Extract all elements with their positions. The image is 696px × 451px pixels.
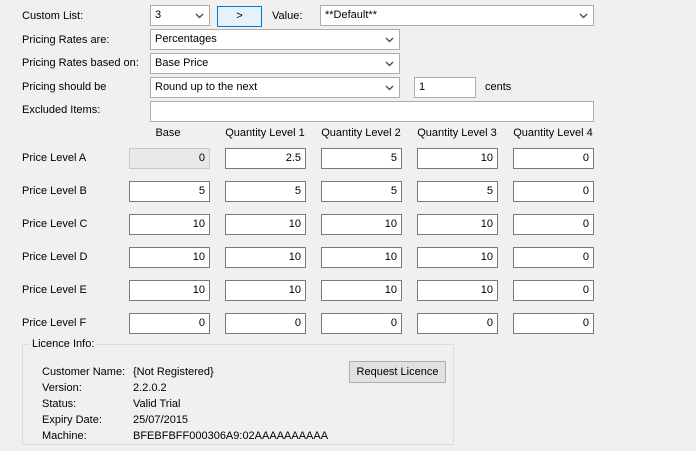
price-b-qty3-field[interactable]: 5 — [417, 181, 498, 202]
price-level-label: Price Level E — [22, 284, 87, 296]
price-c-qty4-field[interactable]: 0 — [513, 214, 594, 235]
version-label: Version: — [42, 382, 82, 394]
price-e-qty2-field[interactable]: 10 — [321, 280, 402, 301]
price-level-label: Price Level B — [22, 185, 87, 197]
chevron-down-icon — [382, 54, 396, 73]
column-header-base: Base — [155, 127, 181, 139]
go-button[interactable]: > — [217, 6, 262, 27]
price-d-qty3-field[interactable]: 10 — [417, 247, 498, 268]
chevron-down-icon — [192, 6, 206, 25]
chevron-down-icon — [576, 6, 590, 25]
price-a-qty2-field[interactable]: 5 — [321, 148, 402, 169]
customer-name-value: {Not Registered} — [133, 366, 214, 378]
price-f-qty2-field[interactable]: 0 — [321, 313, 402, 334]
price-b-qty2-field[interactable]: 5 — [321, 181, 402, 202]
pricing-based-value: Base Price — [155, 57, 209, 69]
request-licence-button[interactable]: Request Licence — [349, 361, 446, 383]
price-level-label: Price Level A — [22, 152, 87, 164]
price-e-qty3-field[interactable]: 10 — [417, 280, 498, 301]
price-c-qty3-field[interactable]: 10 — [417, 214, 498, 235]
excluded-items-input[interactable] — [150, 101, 594, 122]
price-a-qty3-field[interactable]: 10 — [417, 148, 498, 169]
column-header-qty-4: Quantity Level 4 — [513, 127, 593, 139]
price-d-base-field[interactable]: 10 — [129, 247, 210, 268]
machine-value: BFEBFBFF000306A9:02AAAAAAAAAA — [133, 430, 329, 442]
column-header-qty-1: Quantity Level 1 — [225, 127, 305, 139]
price-e-qty4-field[interactable]: 0 — [513, 280, 594, 301]
column-header-qty-3: Quantity Level 3 — [417, 127, 497, 139]
version-value: 2.2.0.2 — [133, 382, 167, 394]
price-e-qty1-field[interactable]: 10 — [225, 280, 306, 301]
price-level-label: Price Level D — [22, 251, 88, 263]
column-header-qty-2: Quantity Level 2 — [321, 127, 401, 139]
excluded-items-label: Excluded Items: — [22, 104, 101, 116]
pricing-rates-select[interactable]: Percentages — [150, 29, 400, 50]
price-level-label: Price Level C — [22, 218, 88, 230]
price-d-qty1-field[interactable]: 10 — [225, 247, 306, 268]
price-d-qty4-field[interactable]: 0 — [513, 247, 594, 268]
price-f-qty3-field[interactable]: 0 — [417, 313, 498, 334]
price-b-qty1-field[interactable]: 5 — [225, 181, 306, 202]
price-d-qty2-field[interactable]: 10 — [321, 247, 402, 268]
price-level-label: Price Level F — [22, 317, 87, 329]
pricing-based-select[interactable]: Base Price — [150, 53, 400, 74]
price-f-qty4-field[interactable]: 0 — [513, 313, 594, 334]
price-a-qty4-field[interactable]: 0 — [513, 148, 594, 169]
price-a-qty1-field[interactable]: 2.5 — [225, 148, 306, 169]
custom-list-value: 3 — [155, 9, 162, 21]
rounding-unit-label: cents — [485, 81, 512, 93]
chevron-down-icon — [382, 30, 396, 49]
expiry-date-value: 25/07/2015 — [133, 414, 189, 426]
status-label: Status: — [42, 398, 77, 410]
pricing-should-value: Round up to the next — [155, 81, 258, 93]
machine-label: Machine: — [42, 430, 87, 442]
price-b-base-field[interactable]: 5 — [129, 181, 210, 202]
custom-list-label: Custom List: — [22, 10, 84, 22]
price-c-qty2-field[interactable]: 10 — [321, 214, 402, 235]
pricing-rates-value: Percentages — [155, 33, 217, 45]
customer-name-label: Customer Name: — [42, 366, 126, 378]
custom-list-select[interactable]: 3 — [150, 5, 210, 26]
price-c-base-field[interactable]: 10 — [129, 214, 210, 235]
value-selected: **Default** — [325, 9, 377, 21]
price-c-qty1-field[interactable]: 10 — [225, 214, 306, 235]
expiry-date-label: Expiry Date: — [42, 414, 102, 426]
status-value: Valid Trial — [133, 398, 181, 410]
value-label: Value: — [272, 10, 303, 22]
licence-info-title: Licence Info: — [30, 337, 97, 351]
rounding-amount-input[interactable]: 1 — [414, 77, 476, 98]
pricing-rates-label: Pricing Rates are: — [22, 34, 110, 46]
pricing-based-label: Pricing Rates based on: — [22, 57, 139, 69]
price-e-base-field[interactable]: 10 — [129, 280, 210, 301]
price-f-qty1-field[interactable]: 0 — [225, 313, 306, 334]
chevron-down-icon — [382, 78, 396, 97]
price-b-qty4-field[interactable]: 0 — [513, 181, 594, 202]
value-select[interactable]: **Default** — [320, 5, 594, 26]
pricing-should-select[interactable]: Round up to the next — [150, 77, 400, 98]
pricing-should-label: Pricing should be — [22, 81, 107, 93]
price-a-base-field: 0 — [129, 148, 210, 169]
price-f-base-field[interactable]: 0 — [129, 313, 210, 334]
